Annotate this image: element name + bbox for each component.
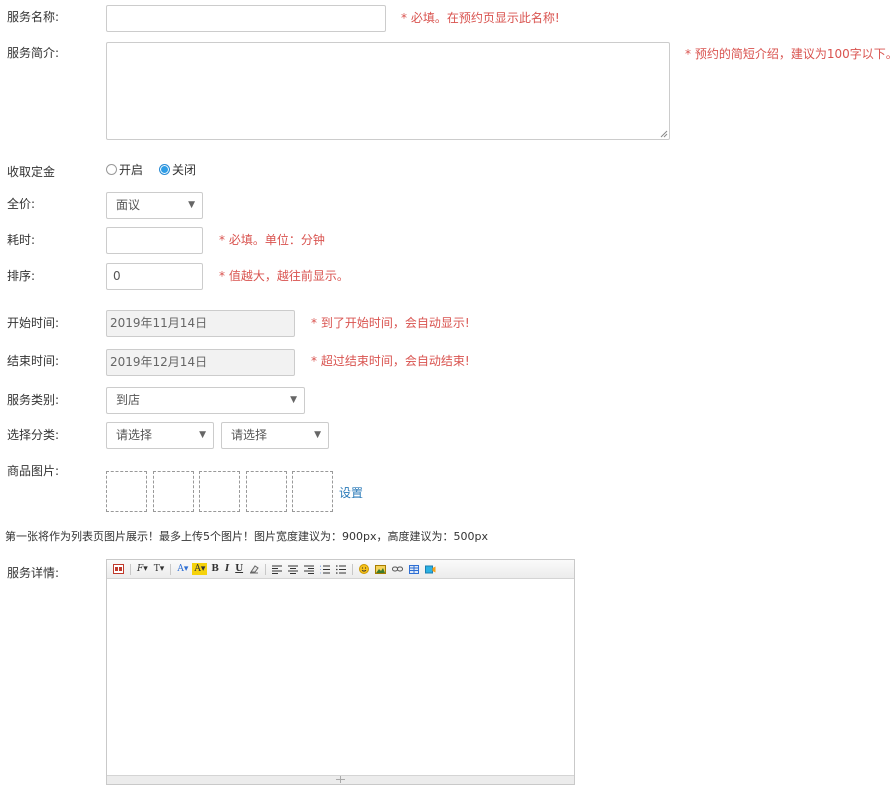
product-images-label: 商品图片: <box>7 464 60 478</box>
details-label: 服务详情: <box>7 566 60 580</box>
service-intro-hint: * 预约的简短介绍，建议为100字以下。 <box>685 47 893 61</box>
sort-hint: * 值越大，越往前显示。 <box>219 269 349 283</box>
rich-text-editor[interactable]: F ▾ T ▾ A ▾ A ▾ B I U <box>106 559 575 785</box>
toolbar-separator <box>130 563 131 575</box>
bold-glyph: B <box>211 564 219 574</box>
start-time-label: 开始时间: <box>7 316 60 330</box>
editor-toolbar: F ▾ T ▾ A ▾ A ▾ B I U <box>107 560 574 579</box>
table-icon[interactable] <box>407 563 421 575</box>
image-slot-5[interactable] <box>292 471 333 512</box>
deposit-option-off[interactable]: 关闭 <box>159 161 196 177</box>
radio-on-label: 开启 <box>119 162 144 177</box>
radio-off-label: 关闭 <box>172 162 197 177</box>
sort-label: 排序: <box>7 269 36 283</box>
chevron-down-icon: ▼ <box>199 430 206 440</box>
image-slot-2[interactable] <box>153 471 194 512</box>
service-intro-label: 服务简介: <box>7 46 60 60</box>
video-icon[interactable] <box>423 563 438 575</box>
image-slot-1[interactable] <box>106 471 147 512</box>
highlight-glyph: A <box>194 564 201 574</box>
duration-input[interactable] <box>106 227 203 254</box>
service-intro-textarea[interactable] <box>106 42 670 140</box>
radio-off[interactable] <box>159 163 170 175</box>
editor-resize-bar[interactable] <box>107 775 574 784</box>
price-label: 全价: <box>7 197 36 211</box>
sort-input[interactable]: 0 <box>106 263 203 290</box>
category-second-value: 请选择 <box>231 428 268 442</box>
toolbar-separator <box>352 563 354 575</box>
font-size-icon[interactable]: T ▾ <box>152 563 167 575</box>
align-left-icon[interactable] <box>270 563 284 575</box>
start-time-input[interactable]: 2019年11月14日 <box>106 310 295 337</box>
font-color-glyph: A <box>177 564 184 574</box>
end-time-label: 结束时间: <box>7 354 60 368</box>
font-family-icon[interactable]: F ▾ <box>135 563 150 575</box>
service-name-hint: * 必填。在预约页显示此名称! <box>401 11 560 25</box>
resize-handle-icon <box>336 776 345 783</box>
image-slot-3[interactable] <box>199 471 240 512</box>
image-slot-4[interactable] <box>246 471 287 512</box>
font-size-glyph: T <box>153 564 160 574</box>
price-select-value: 面议 <box>116 198 141 212</box>
link-icon[interactable] <box>390 563 405 575</box>
service-name-label: 服务名称: <box>7 10 60 24</box>
editor-content-area[interactable] <box>107 578 574 775</box>
category-first-value: 请选择 <box>116 428 153 442</box>
underline-icon[interactable]: U <box>233 563 245 575</box>
source-icon[interactable] <box>111 563 126 575</box>
end-time-hint: * 超过结束时间，会自动结束! <box>311 354 470 368</box>
font-family-glyph: F <box>137 564 144 574</box>
chevron-down-icon: ▼ <box>314 430 321 440</box>
ordered-list-icon[interactable] <box>318 563 332 575</box>
emoticon-icon[interactable] <box>357 563 371 575</box>
align-center-icon[interactable] <box>286 563 300 575</box>
start-time-hint: * 到了开始时间，会自动显示! <box>311 316 470 330</box>
image-icon[interactable] <box>373 563 388 575</box>
resize-grip-icon[interactable] <box>660 130 668 138</box>
italic-icon[interactable]: I <box>223 563 231 575</box>
toolbar-separator <box>265 563 267 575</box>
chevron-down-icon: ▼ <box>290 395 297 405</box>
set-images-link[interactable]: 设置 <box>339 484 363 501</box>
highlight-icon[interactable]: A ▾ <box>192 563 208 575</box>
align-right-icon[interactable] <box>302 563 316 575</box>
chevron-down-icon: ▼ <box>188 200 195 210</box>
underline-glyph: U <box>235 564 244 574</box>
clear-format-icon[interactable] <box>247 563 261 575</box>
duration-hint: * 必填。单位：分钟 <box>219 233 325 247</box>
deposit-label: 收取定金 <box>7 165 56 179</box>
radio-on[interactable] <box>106 163 117 175</box>
category-select-second[interactable]: 请选择 ▼ <box>221 422 329 449</box>
category-label: 选择分类: <box>7 428 60 442</box>
duration-label: 耗时: <box>7 233 36 247</box>
price-select[interactable]: 面议 ▼ <box>106 192 203 219</box>
service-type-label: 服务类别: <box>7 393 60 407</box>
toolbar-separator <box>170 563 172 575</box>
italic-glyph: I <box>225 564 230 574</box>
service-type-select[interactable]: 到店 ▼ <box>106 387 305 414</box>
service-type-value: 到店 <box>116 393 141 407</box>
image-upload-note: 第一张将作为列表页图片展示！最多上传5个图片！图片宽度建议为：900px，高度建… <box>5 530 488 543</box>
bold-icon[interactable]: B <box>209 563 221 575</box>
deposit-option-on[interactable]: 开启 <box>106 161 143 177</box>
font-color-icon[interactable]: A ▾ <box>175 563 190 575</box>
unordered-list-icon[interactable] <box>334 563 348 575</box>
service-name-input[interactable] <box>106 5 386 32</box>
end-time-input[interactable]: 2019年12月14日 <box>106 349 295 376</box>
category-select-first[interactable]: 请选择 ▼ <box>106 422 214 449</box>
